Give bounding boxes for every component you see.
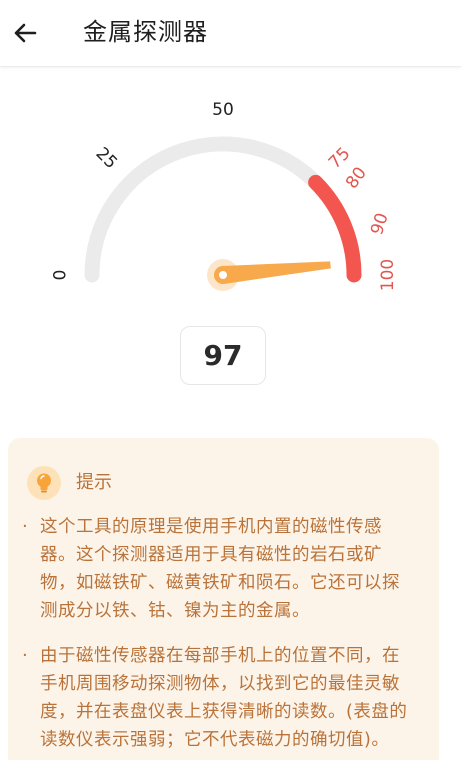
gauge-tick-label: 25 (92, 144, 121, 173)
needle-hub-dot (219, 271, 227, 279)
app-header: 金属探测器 (0, 0, 461, 67)
tip-line: 器。这个探测器适用于具有磁性的岩石或矿 (40, 545, 382, 565)
gauge-tick-label: 0 (48, 270, 68, 281)
tip-line: 读数仪表示强弱；它不代表磁力的确切值)。 (40, 730, 390, 750)
tip-line: 由于磁性传感器在每部手机上的位置不同，在 (40, 646, 400, 666)
gauge-tick-label: 100 (378, 259, 398, 291)
tips-card: 提示 · 这个工具的原理是使用手机内置的磁性传感 器。这个探测器适用于具有磁性的… (8, 438, 439, 760)
tip-bullet: · (22, 645, 28, 666)
tip-line: 手机周围移动探测物体，以找到它的最佳灵敏 (40, 674, 400, 694)
tip-item-1: · 这个工具的原理是使用手机内置的磁性传感 器。这个探测器适用于具有磁性的岩石或… (22, 513, 434, 625)
tip-line: 测成分以铁、钴、镍为主的金属。 (40, 601, 310, 621)
tip-text: 这个工具的原理是使用手机内置的磁性传感 器。这个探测器适用于具有磁性的岩石或矿 … (40, 513, 434, 625)
tip-text: 由于磁性传感器在每部手机上的位置不同，在 手机周围移动探测物体，以找到它的最佳灵… (40, 642, 434, 754)
magnetic-gauge: 0 25 50 75 80 90 100 (0, 90, 461, 310)
tip-line: 物，如磁铁矿、磁黄铁矿和陨石。它还可以探 (40, 573, 400, 593)
gauge-dial: 02550758090100 (48, 100, 398, 291)
gauge-tick-label: 80 (342, 163, 371, 192)
tip-item-2: · 由于磁性传感器在每部手机上的位置不同，在 手机周围移动探测物体，以找到它的最… (22, 642, 434, 754)
arrow-left-icon (14, 23, 37, 43)
tip-bullet: · (22, 516, 28, 537)
lightbulb-icon (37, 473, 51, 493)
page-title: 金属探测器 (83, 18, 208, 46)
back-button[interactable] (6, 13, 46, 53)
tip-line: 度，并在表盘仪表上获得清晰的读数。(表盘的 (40, 702, 408, 722)
tips-title: 提示 (76, 472, 112, 493)
gauge-tick-label: 90 (367, 211, 393, 238)
gauge-tick-label: 50 (212, 100, 234, 120)
tip-line: 这个工具的原理是使用手机内置的磁性传感 (40, 517, 382, 537)
gauge-track (84, 136, 324, 283)
gauge-danger-zone (308, 174, 362, 283)
reading-value: 97 (180, 326, 266, 385)
tip-icon-badge (27, 466, 61, 500)
